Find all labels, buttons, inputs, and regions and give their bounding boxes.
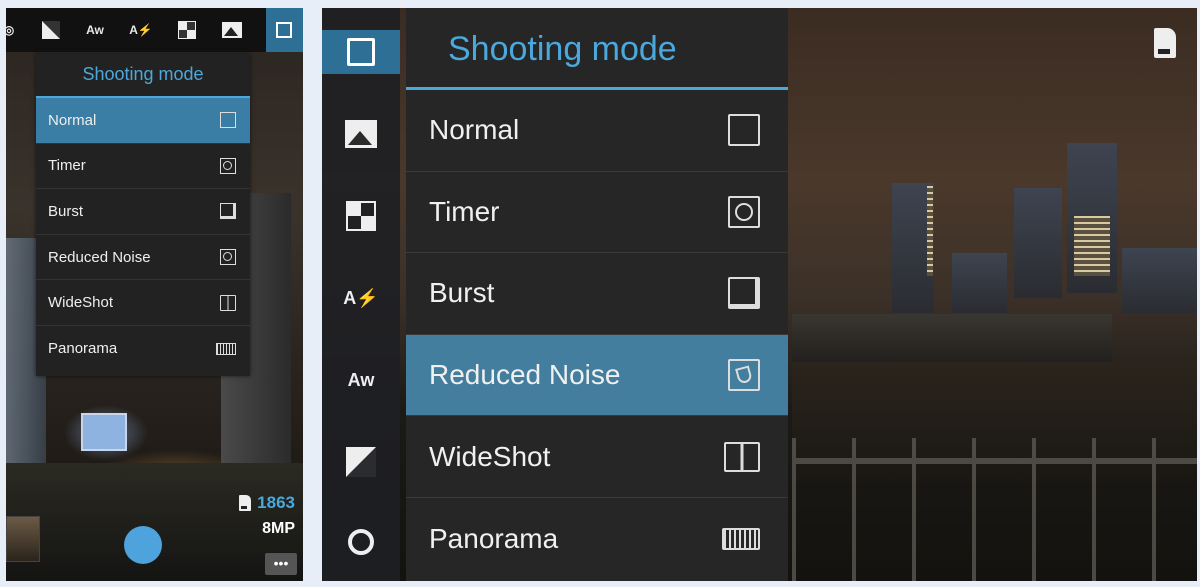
menu-item-panorama[interactable]: Panorama <box>36 326 250 372</box>
timer-icon <box>728 195 760 228</box>
menu-item-label: Normal <box>429 114 520 146</box>
viewfinder-building-lights <box>1074 216 1110 276</box>
menu-item-burst[interactable]: Burst <box>36 189 250 235</box>
menu-item-wideshot[interactable]: WideShot <box>406 416 788 498</box>
menu-title: Shooting mode <box>406 8 788 90</box>
menu-item-wideshot[interactable]: WideShot <box>36 280 250 326</box>
normal-mode-icon <box>220 112 236 129</box>
menu-item-panorama[interactable]: Panorama <box>406 498 788 580</box>
wideshot-icon <box>220 294 236 311</box>
menu-item-label: Timer <box>429 195 500 227</box>
menu-item-label: WideShot <box>429 440 551 472</box>
menu-item-label: Panorama <box>48 340 118 358</box>
timer-icon[interactable] <box>322 520 400 564</box>
menu-title: Shooting mode <box>36 54 250 98</box>
menu-item-reduced-noise[interactable]: Reduced Noise <box>406 334 788 417</box>
left-camera-screen: ◎ Aw A⚡ Shooting mode Normal Timer Burst… <box>6 8 303 581</box>
menu-item-label: Burst <box>429 277 495 309</box>
scene-icon[interactable] <box>221 19 243 41</box>
menu-item-burst[interactable]: Burst <box>406 253 788 335</box>
focus-mode-icon[interactable] <box>176 19 198 41</box>
auto-white-balance-icon[interactable]: Aw <box>84 19 106 41</box>
shooting-mode-menu: Shooting mode Normal Timer Burst Reduced… <box>36 54 250 376</box>
menu-item-label: Timer <box>48 157 86 175</box>
resolution-label: 8MP <box>262 520 295 537</box>
shutter-button[interactable] <box>124 526 162 564</box>
menu-item-label: Reduced Noise <box>429 359 621 391</box>
timer-icon[interactable]: ◎ <box>6 19 20 41</box>
sd-card-icon <box>1154 28 1176 58</box>
remaining-shots: 1863 <box>257 493 295 512</box>
auto-white-balance-icon[interactable]: Aw <box>322 358 400 402</box>
viewfinder-building <box>1122 248 1197 313</box>
panorama-icon <box>216 342 236 355</box>
shooting-mode-menu: Shooting mode Normal Timer Burst Reduced… <box>406 8 788 581</box>
viewfinder-building-lights <box>927 186 933 276</box>
viewfinder-building <box>1014 188 1062 298</box>
viewfinder-railing <box>792 438 1197 581</box>
gallery-thumbnail[interactable] <box>6 516 40 562</box>
storage-indicator: 1863 <box>239 493 295 513</box>
camera-toolbar: ◎ Aw A⚡ <box>6 8 303 52</box>
shooting-mode-icon[interactable] <box>273 19 295 41</box>
timer-icon <box>220 157 236 174</box>
menu-item-reduced-noise[interactable]: Reduced Noise <box>36 235 250 281</box>
panorama-icon <box>722 527 760 550</box>
menu-item-label: Burst <box>48 202 84 220</box>
reduced-noise-icon <box>728 359 760 392</box>
burst-icon <box>220 203 236 220</box>
menu-item-label: Reduced Noise <box>48 248 151 266</box>
camera-settings-sidebar: A⚡ Aw <box>322 8 400 581</box>
menu-item-timer[interactable]: Timer <box>36 144 250 190</box>
sd-card-icon <box>239 495 252 511</box>
viewfinder-billboard <box>81 413 127 451</box>
reduced-noise-icon <box>220 249 236 266</box>
burst-icon <box>728 277 760 310</box>
menu-item-normal[interactable]: Normal <box>36 98 250 144</box>
ev-icon[interactable] <box>322 440 400 484</box>
normal-mode-icon <box>728 114 760 147</box>
more-options-button[interactable]: ••• <box>265 553 297 575</box>
viewfinder-boat <box>792 314 1112 362</box>
right-camera-screen: A⚡ Aw Shooting mode Normal Timer Burst R… <box>322 8 1197 581</box>
menu-item-normal[interactable]: Normal <box>406 90 788 172</box>
menu-item-label: Panorama <box>429 522 559 554</box>
focus-mode-icon[interactable] <box>322 194 400 238</box>
viewfinder-ground <box>6 463 303 581</box>
scene-icon[interactable] <box>322 112 400 156</box>
auto-flash-icon[interactable]: A⚡ <box>322 276 400 320</box>
auto-flash-icon[interactable]: A⚡ <box>129 19 153 41</box>
wideshot-icon <box>724 441 760 472</box>
viewfinder-building <box>952 253 1007 313</box>
menu-item-label: WideShot <box>48 294 114 312</box>
menu-item-label: Normal <box>48 111 97 129</box>
ev-icon[interactable] <box>40 19 62 41</box>
menu-item-timer[interactable]: Timer <box>406 172 788 254</box>
shooting-mode-icon[interactable] <box>322 30 400 74</box>
